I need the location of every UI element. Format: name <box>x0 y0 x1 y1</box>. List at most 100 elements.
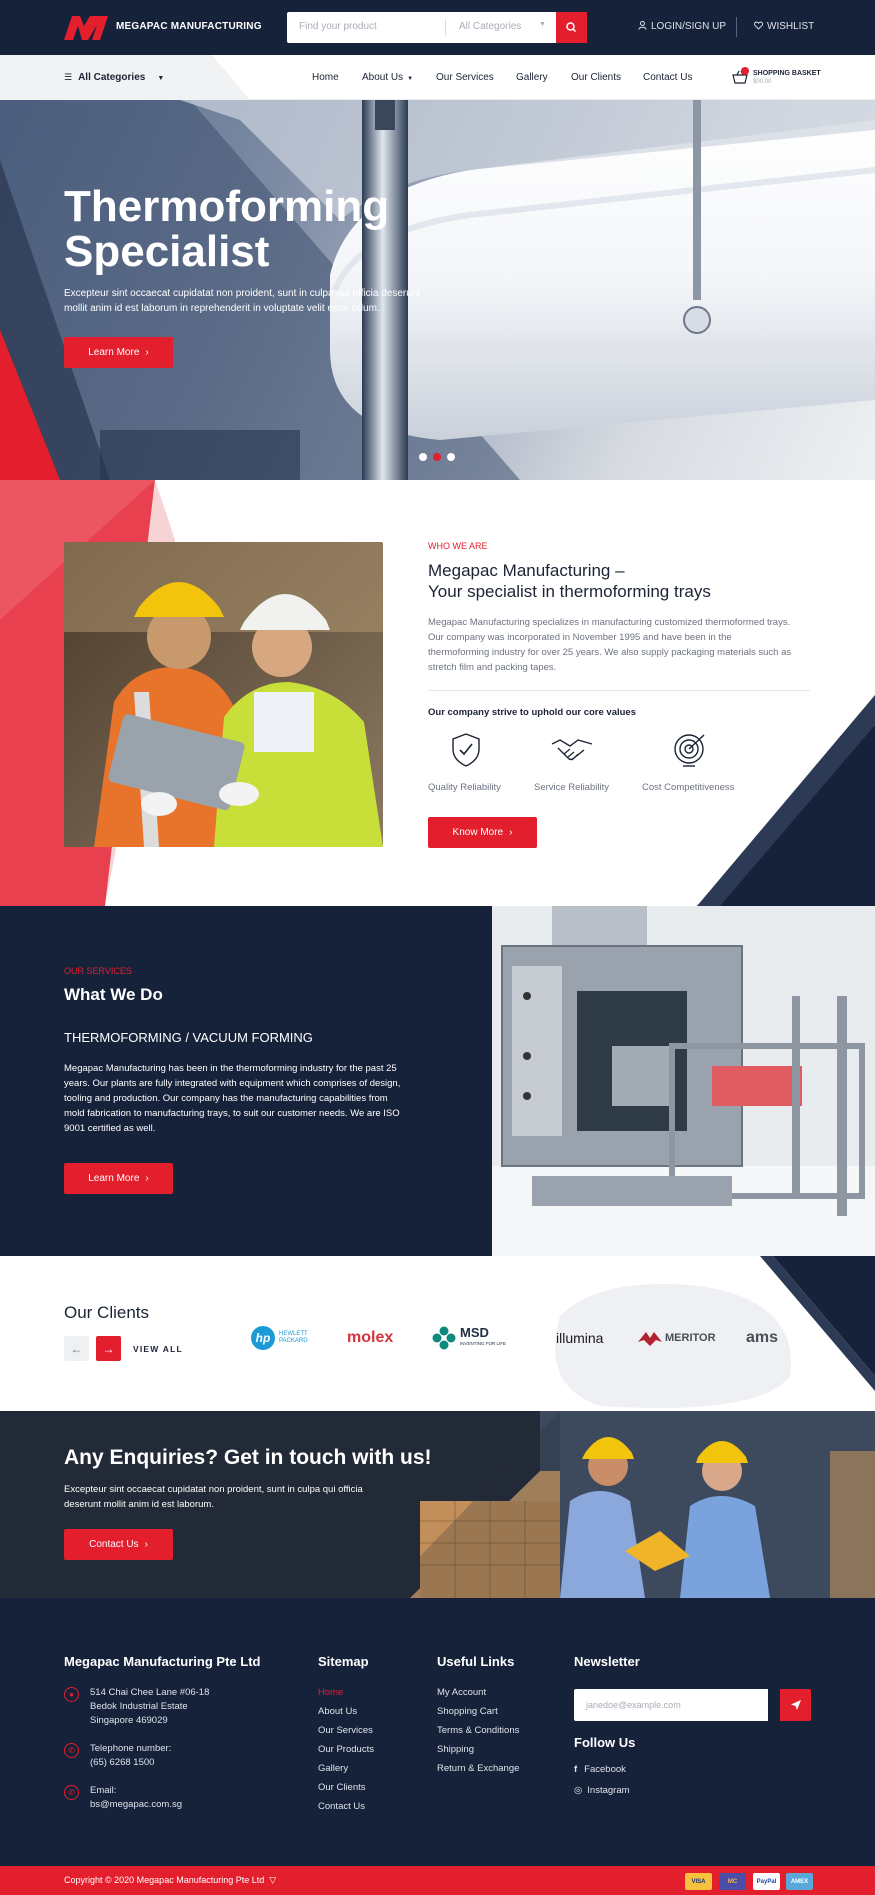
msd-wordmark: MSD INVENTING FOR LIFE <box>460 1326 506 1349</box>
hp-wordmark-line2: PACKARD <box>279 1338 308 1344</box>
address-line3: Singapore 469029 <box>90 1715 168 1726</box>
enquiry-title: Any Enquiries? Get in touch with us! <box>64 1446 432 1469</box>
chevron-right-icon: › <box>145 347 149 358</box>
footer-phone: Telephone number: (65) 6268 1500 <box>90 1742 171 1770</box>
basket-amount: $00.00 <box>753 79 772 85</box>
slide-dot-1[interactable] <box>419 453 427 461</box>
sitemap-link-services[interactable]: Our Services <box>318 1725 373 1736</box>
useful-link-account[interactable]: My Account <box>437 1687 486 1698</box>
divider <box>736 17 737 37</box>
client-logo-molex[interactable]: molex <box>347 1326 393 1350</box>
main-nav: ☰ All Categories ▼ Home About Us ▼ Our Serv… <box>0 55 875 100</box>
sitemap-link-about[interactable]: About Us <box>318 1706 357 1717</box>
about-title-line1: Megapac Manufacturing – <box>428 561 625 580</box>
paypal-icon: PayPal <box>753 1873 780 1890</box>
chevron-down-icon: ▼ <box>157 75 165 82</box>
basket-title[interactable]: SHOPPING BASKET <box>753 70 821 77</box>
brand-name[interactable]: MEGAPAC MANUFACTURING <box>116 21 262 32</box>
hp-mark: hp <box>251 1326 275 1350</box>
nav-about-us[interactable]: About Us ▼ <box>362 72 413 83</box>
footer: Megapac Manufacturing Pte Ltd ● 514 Chai… <box>0 1598 875 1866</box>
logo-icon[interactable] <box>64 16 108 40</box>
all-categories-button[interactable]: ☰ All Categories ▼ <box>64 72 164 83</box>
client-logo-illumina[interactable]: illumina <box>556 1326 603 1350</box>
view-all-link[interactable]: VIEW ALL <box>133 1344 183 1354</box>
category-select[interactable]: All Categories <box>459 21 521 32</box>
chevron-right-icon: › <box>144 1539 148 1550</box>
about-section: WHO WE ARE Megapac Manufacturing – Your … <box>0 480 875 906</box>
carousel-prev-button[interactable]: ← <box>64 1336 89 1361</box>
useful-link-terms[interactable]: Terms & Conditions <box>437 1725 519 1736</box>
menu-icon: ☰ <box>64 72 73 82</box>
slide-dot-2[interactable] <box>433 453 441 461</box>
nav-contact-us[interactable]: Contact Us <box>643 72 692 83</box>
instagram-icon: ◎ <box>574 1785 583 1796</box>
contact-us-button[interactable]: Contact Us › <box>64 1529 173 1560</box>
meritor-mark-icon <box>638 1332 662 1346</box>
client-logo-hp[interactable]: hp HEWLETT PACKARD <box>251 1326 308 1350</box>
phone-number[interactable]: (65) 6268 1500 <box>90 1756 171 1770</box>
carousel-next-button[interactable]: → <box>96 1336 121 1361</box>
sitemap-link-clients[interactable]: Our Clients <box>318 1782 366 1793</box>
value-label: Cost Competitiveness <box>642 782 735 793</box>
machine-photo <box>492 906 875 1256</box>
login-link[interactable]: LOGIN/SIGN UP <box>638 21 726 32</box>
newsletter-submit-button[interactable] <box>780 1689 811 1721</box>
sitemap-link-home[interactable]: Home <box>318 1687 343 1698</box>
email-address[interactable]: bs@megapac.com.sg <box>90 1798 182 1812</box>
newsletter-email-input[interactable]: janedoe@example.com <box>574 1689 768 1721</box>
target-icon <box>674 734 705 767</box>
chevron-right-icon: › <box>145 1173 149 1184</box>
client-logo-ams[interactable]: ams <box>746 1326 778 1350</box>
learn-more-label: Learn More <box>88 1173 140 1184</box>
footer-company-name: Megapac Manufacturing Pte Ltd <box>64 1654 261 1669</box>
msd-mark-icon <box>432 1326 456 1350</box>
social-facebook-link[interactable]: f Facebook <box>574 1764 626 1775</box>
shield-check-icon <box>452 733 480 767</box>
client-logo-msd[interactable]: MSD INVENTING FOR LIFE <box>432 1326 506 1350</box>
value-label: Service Reliability <box>534 782 609 793</box>
useful-link-cart[interactable]: Shopping Cart <box>437 1706 498 1717</box>
sitemap-title: Sitemap <box>318 1654 369 1669</box>
map-pin-icon: ● <box>64 1687 79 1702</box>
nav-home[interactable]: Home <box>312 72 339 83</box>
slide-dot-3[interactable] <box>447 453 455 461</box>
footer-address: 514 Chai Chee Lane #06-18 Bedok Industri… <box>90 1686 209 1728</box>
learn-more-label: Learn More <box>88 347 140 358</box>
services-learn-more-button[interactable]: Learn More › <box>64 1163 173 1194</box>
top-bar: MEGAPAC MANUFACTURING Find your product … <box>0 0 875 55</box>
learn-more-button[interactable]: Learn More › <box>64 337 173 368</box>
value-label: Quality Reliability <box>428 782 501 793</box>
social-instagram-link[interactable]: ◎ Instagram <box>574 1785 630 1796</box>
nav-our-services[interactable]: Our Services <box>436 72 494 83</box>
heart-icon: ▽ <box>269 1875 277 1885</box>
thermoforming-machine-image <box>492 906 875 1256</box>
nav-about-label: About Us <box>362 72 404 83</box>
useful-link-returns[interactable]: Return & Exchange <box>437 1763 519 1774</box>
hero-title: Thermoforming Specialist <box>64 184 389 274</box>
client-logo-meritor[interactable]: MERITOR <box>638 1326 716 1350</box>
search-icon <box>566 22 577 33</box>
search-input[interactable]: Find your product <box>299 21 377 32</box>
heart-icon <box>754 21 763 30</box>
know-more-button[interactable]: Know More › <box>428 817 537 848</box>
section-label: WHO WE ARE <box>428 541 488 551</box>
all-categories-label: All Categories <box>78 72 146 83</box>
phone-icon: ✆ <box>64 1743 79 1758</box>
wishlist-link[interactable]: WISHLIST <box>754 21 814 32</box>
contact-us-label: Contact Us <box>89 1539 139 1550</box>
email-label: Email: <box>90 1785 117 1796</box>
login-label: LOGIN/SIGN UP <box>651 21 727 32</box>
services-title: What We Do <box>64 985 163 1004</box>
sitemap-link-contact[interactable]: Contact Us <box>318 1801 365 1812</box>
nav-gallery[interactable]: Gallery <box>516 72 548 83</box>
useful-link-shipping[interactable]: Shipping <box>437 1744 474 1755</box>
search-button[interactable] <box>556 12 587 43</box>
address-line2: Bedok Industrial Estate <box>90 1701 188 1712</box>
wishlist-label: WISHLIST <box>767 21 815 32</box>
nav-our-clients[interactable]: Our Clients <box>571 72 621 83</box>
sitemap-link-gallery[interactable]: Gallery <box>318 1763 348 1774</box>
instagram-label: Instagram <box>587 1785 630 1796</box>
about-title-line2: Your specialist in thermoforming trays <box>428 582 711 601</box>
sitemap-link-products[interactable]: Our Products <box>318 1744 374 1755</box>
